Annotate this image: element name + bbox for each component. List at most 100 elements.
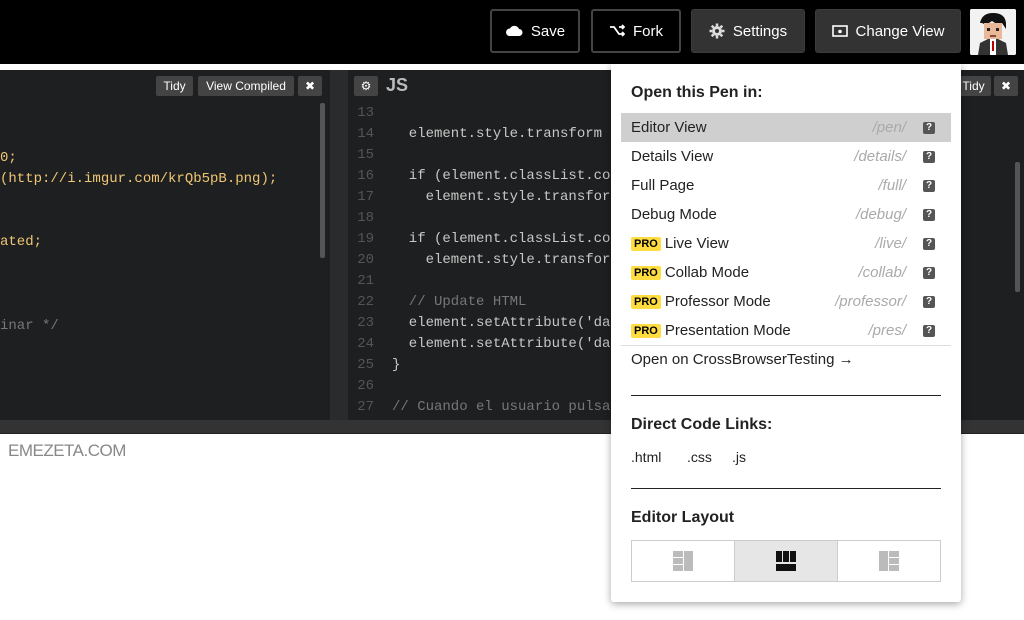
- js-code-area[interactable]: element.style.transform if (element.clas…: [392, 103, 610, 418]
- fork-icon: [609, 24, 625, 38]
- view-option-pen[interactable]: Editor View/pen/?: [621, 113, 951, 142]
- js-scrollbar[interactable]: [1015, 162, 1020, 292]
- view-option-details[interactable]: Details View/details/?: [621, 142, 951, 171]
- top-bar: Save Fork Settings Change View: [0, 0, 1024, 64]
- view-option-live[interactable]: PRO Live View/live/?: [621, 229, 951, 258]
- js-link[interactable]: .js: [732, 449, 746, 465]
- view-option-label: Details View: [631, 148, 714, 165]
- view-option-label: Professor Mode: [664, 293, 771, 310]
- view-option-path: /full/: [878, 177, 906, 194]
- line-number: 16: [357, 168, 374, 184]
- html-link[interactable]: .html: [631, 449, 661, 465]
- avatar[interactable]: [970, 9, 1016, 55]
- code-line: element.setAttribute('da: [392, 315, 611, 331]
- css-pane-header: Tidy View Compiled ✖: [0, 70, 330, 103]
- view-option-label: Debug Mode: [631, 206, 717, 223]
- crossbrowser-link[interactable]: Open on CrossBrowserTesting →: [631, 351, 854, 368]
- line-number: 21: [357, 273, 374, 289]
- view-option-professor[interactable]: PRO Professor Mode/professor/?: [621, 287, 951, 316]
- save-label: Save: [530, 22, 566, 40]
- line-number: 25: [357, 357, 374, 373]
- line-number: 24: [357, 336, 374, 352]
- save-button[interactable]: Save: [490, 9, 580, 53]
- help-icon[interactable]: ?: [923, 150, 935, 163]
- line-number: 18: [357, 210, 374, 226]
- view-option-path: /professor/: [835, 293, 906, 310]
- view-option-label: Editor View: [631, 119, 707, 136]
- fork-label: Fork: [633, 22, 663, 40]
- line-number-gutter: 13 14 15 16 17 18 19 20 21 22 23 24 25 26 27: [348, 103, 374, 418]
- help-icon[interactable]: ?: [923, 237, 935, 250]
- divider: [621, 345, 951, 346]
- gear-icon: [709, 23, 725, 39]
- layout-left-icon[interactable]: [632, 541, 735, 581]
- code-line: 0;: [0, 150, 17, 166]
- view-option-label-wrap: Debug Mode: [631, 206, 717, 223]
- code-line: element.setAttribute('da: [392, 336, 611, 352]
- divider: [631, 395, 941, 396]
- view-option-full[interactable]: Full Page/full/?: [621, 171, 951, 200]
- js-lang-label: JS: [386, 75, 409, 95]
- line-number: 17: [357, 189, 374, 205]
- editor-layout-heading: Editor Layout: [631, 509, 735, 526]
- line-number: 22: [357, 294, 374, 310]
- code-line: (http://i.imgur.com/krQb5pB.png);: [0, 171, 278, 187]
- js-tidy-button[interactable]: Tidy: [956, 76, 991, 96]
- layout-right-icon[interactable]: [838, 541, 940, 581]
- fork-button[interactable]: Fork: [591, 9, 681, 53]
- scrollbar[interactable]: [320, 103, 325, 258]
- change-view-button[interactable]: Change View: [815, 9, 961, 53]
- help-icon[interactable]: ?: [923, 208, 935, 221]
- view-option-collab[interactable]: PRO Collab Mode/collab/?: [621, 258, 951, 287]
- code-line: // Cuando el usuario pulsa: [392, 399, 611, 415]
- help-icon[interactable]: ?: [923, 266, 935, 279]
- code-line: element.style.transfor: [392, 189, 611, 205]
- view-option-path: /pen/: [872, 119, 906, 136]
- view-option-debug[interactable]: Debug Mode/debug/?: [621, 200, 951, 229]
- close-icon[interactable]: ✖: [298, 76, 322, 96]
- code-line: ated;: [0, 234, 43, 250]
- view-option-path: /pres/: [868, 322, 906, 339]
- help-icon[interactable]: ?: [923, 324, 935, 337]
- watermark: EMEZETA.COM: [8, 441, 126, 460]
- pro-badge: PRO: [631, 323, 661, 338]
- code-line: if (element.classList.co: [392, 168, 611, 184]
- open-pen-heading: Open this Pen in:: [631, 84, 763, 101]
- code-line: if (element.classList.co: [392, 231, 611, 247]
- view-option-label-wrap: Full Page: [631, 177, 694, 194]
- pane-divider[interactable]: [330, 70, 348, 420]
- window-icon: [831, 25, 848, 37]
- layout-selector: [631, 540, 941, 582]
- code-line: }: [392, 357, 401, 373]
- settings-button[interactable]: Settings: [691, 9, 805, 53]
- view-option-label-wrap: Details View: [631, 148, 713, 165]
- view-option-pres[interactable]: PRO Presentation Mode/pres/?: [621, 316, 951, 345]
- cloud-icon: [505, 25, 523, 37]
- view-option-path: /live/: [875, 235, 906, 252]
- css-code-area[interactable]: 0; (http://i.imgur.com/krQb5pB.png); ated;…: [0, 106, 277, 337]
- view-option-label-wrap: PRO Presentation Mode: [631, 322, 791, 339]
- code-line: inar */: [0, 318, 59, 334]
- js-close-icon[interactable]: ✖: [994, 76, 1018, 96]
- help-icon[interactable]: ?: [923, 121, 935, 134]
- view-option-path: /debug/: [855, 206, 906, 223]
- line-number: 20: [357, 252, 374, 268]
- css-editor-pane: Tidy View Compiled ✖ 0; (http://i.imgur.c…: [0, 70, 330, 420]
- view-compiled-button[interactable]: View Compiled: [198, 76, 294, 96]
- css-link[interactable]: .css: [687, 449, 712, 465]
- tidy-button[interactable]: Tidy: [156, 76, 193, 96]
- divider: [631, 488, 941, 489]
- help-icon[interactable]: ?: [923, 295, 935, 308]
- help-icon[interactable]: ?: [923, 179, 935, 192]
- layout-top-icon[interactable]: [735, 541, 838, 581]
- view-option-label-wrap: PRO Live View: [631, 235, 729, 252]
- js-settings-gear-icon[interactable]: ⚙: [354, 76, 378, 96]
- change-view-dropdown: Open this Pen in: Editor View/pen/? Detai…: [611, 64, 961, 602]
